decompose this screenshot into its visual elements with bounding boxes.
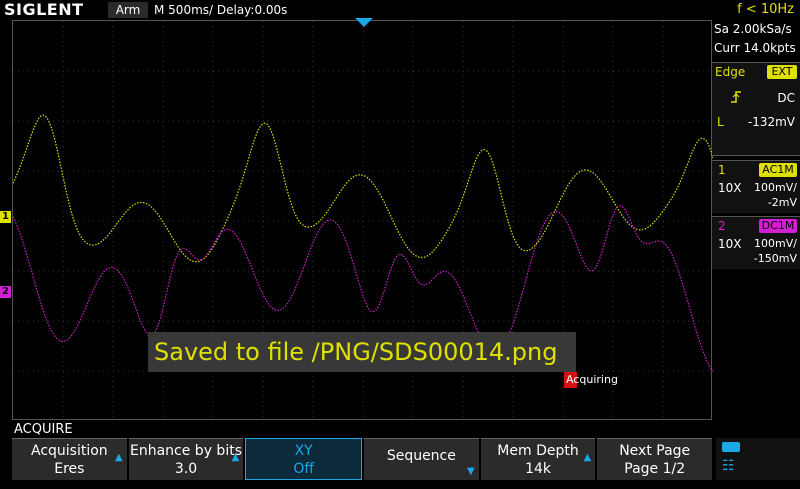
softkey-value: 3.0	[174, 461, 198, 477]
trigger-source-badge: EXT	[767, 65, 797, 79]
channel-1-probe: 10X	[718, 181, 742, 195]
channel-1-offset-marker[interactable]: 1	[0, 211, 11, 223]
rising-edge-icon	[730, 91, 742, 103]
softkey-label: Next Page	[619, 443, 691, 459]
softkey-label: Sequence	[386, 448, 456, 464]
channel-1-number: 1	[718, 163, 726, 177]
softkey-sequence[interactable]: Sequence ▼	[364, 438, 479, 480]
channel-2-probe: 10X	[718, 237, 742, 251]
channel-1-coupling-badge: AC1M	[759, 163, 797, 177]
channel-2-volts-div: 100mV/	[754, 237, 797, 250]
channel-1-info-box[interactable]: 1 AC1M 10X 100mV/ -2mV	[712, 160, 800, 213]
usb-icon	[722, 442, 740, 452]
channel-1-trace	[13, 114, 713, 263]
trigger-level-label: L	[717, 115, 724, 129]
memory-depth-readout: Curr 14.0kpts	[714, 41, 796, 55]
channel-1-offset: -2mV	[767, 196, 797, 209]
trigger-frequency-readout: f < 10Hz	[737, 2, 794, 17]
sample-rate-readout: Sa 2.00kSa/s	[714, 22, 792, 36]
arrow-up-icon: ▲	[583, 452, 592, 463]
channel-2-offset: -150mV	[753, 252, 797, 265]
brand-logo: SIGLENT	[4, 0, 84, 19]
channel-2-number: 2	[718, 219, 726, 233]
softkey-label: Acquisition	[30, 443, 108, 459]
softkey-value: Page 1/2	[624, 461, 686, 477]
system-status-icons: ☷	[716, 438, 800, 480]
softkey-label: XY	[294, 443, 313, 459]
channel-2-coupling-badge: DC1M	[759, 219, 797, 233]
right-info-panel: Sa 2.00kSa/s Curr 14.0kpts Edge EXT DC L…	[712, 20, 800, 420]
network-icon: ☷	[722, 458, 735, 474]
channel-2-offset-marker[interactable]: 2	[0, 286, 11, 298]
top-status-bar: SIGLENT Arm M 500ms/ Delay:0.00s f < 10H…	[0, 0, 800, 20]
softkey-next-page[interactable]: Next Page Page 1/2	[597, 438, 713, 480]
softkey-mem-depth[interactable]: Mem Depth 14k ▲	[480, 438, 596, 480]
softkey-value: Eres	[54, 461, 85, 477]
timebase-readout: M 500ms/ Delay:0.00s	[154, 3, 288, 17]
saved-file-message: Saved to file /PNG/SDS00014.png	[148, 332, 576, 372]
softkey-acquisition[interactable]: Acquisition Eres ▲	[12, 438, 127, 480]
softkey-value: 14k	[525, 461, 551, 477]
arrow-up-icon: ▲	[114, 452, 123, 463]
trigger-type: Edge	[715, 65, 746, 79]
softkey-value: Off	[293, 461, 315, 477]
arrow-up-icon: ▲	[231, 452, 240, 463]
softkey-label: Mem Depth	[497, 443, 579, 459]
trigger-coupling: DC	[777, 91, 795, 105]
run-status-badge[interactable]: Arm	[108, 2, 148, 18]
softkey-enhance-bits[interactable]: Enhance by bits 3.0 ▲	[128, 438, 244, 480]
trigger-position-marker[interactable]	[355, 18, 373, 27]
softkey-bar: Acquisition Eres ▲ Enhance by bits 3.0 ▲…	[12, 438, 713, 480]
arrow-down-icon: ▼	[466, 466, 475, 477]
trigger-level-value: -132mV	[747, 115, 795, 129]
channel-2-info-box[interactable]: 2 DC1M 10X 100mV/ -150mV	[712, 216, 800, 269]
softkey-label: Enhance by bits	[130, 443, 242, 459]
acquiring-label: Acquiring	[566, 373, 618, 386]
channel-1-volts-div: 100mV/	[754, 181, 797, 194]
trigger-info-box[interactable]: Edge EXT DC L -132mV	[712, 62, 800, 156]
menu-title: ACQUIRE	[14, 422, 73, 437]
softkey-xy[interactable]: XY Off	[245, 438, 363, 480]
